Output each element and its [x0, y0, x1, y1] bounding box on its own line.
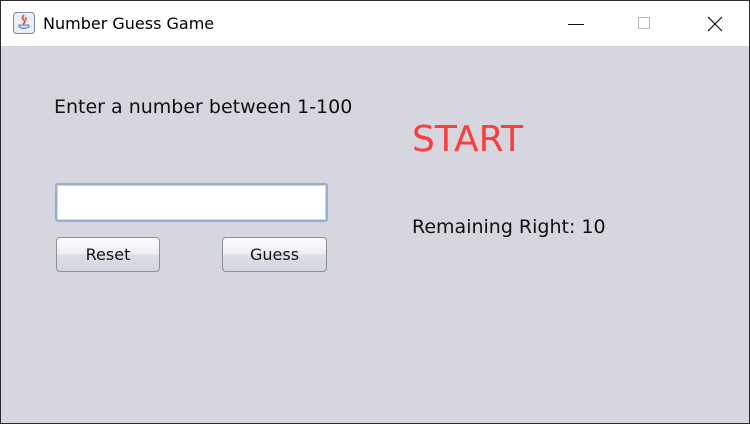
- minimize-button[interactable]: [552, 1, 598, 46]
- maximize-button[interactable]: [621, 1, 667, 46]
- status-text: START: [412, 119, 524, 160]
- remaining-value: 10: [581, 216, 606, 238]
- prompt-label: Enter a number between 1-100: [54, 96, 353, 118]
- window-title: Number Guess Game: [43, 14, 215, 33]
- close-button[interactable]: [691, 1, 737, 46]
- number-input[interactable]: [55, 183, 328, 222]
- remaining-rights: Remaining Right: 10: [412, 216, 606, 238]
- java-app-icon: [13, 12, 35, 34]
- guess-button[interactable]: Guess: [222, 237, 327, 272]
- title-bar[interactable]: Number Guess Game: [1, 1, 749, 46]
- reset-button[interactable]: Reset: [56, 237, 160, 272]
- minimize-icon: [568, 24, 584, 25]
- maximize-icon: [638, 17, 650, 29]
- remaining-label: Remaining Right:: [412, 216, 576, 238]
- close-icon: [707, 16, 723, 32]
- app-window: Number Guess Game Enter a number between…: [0, 0, 750, 424]
